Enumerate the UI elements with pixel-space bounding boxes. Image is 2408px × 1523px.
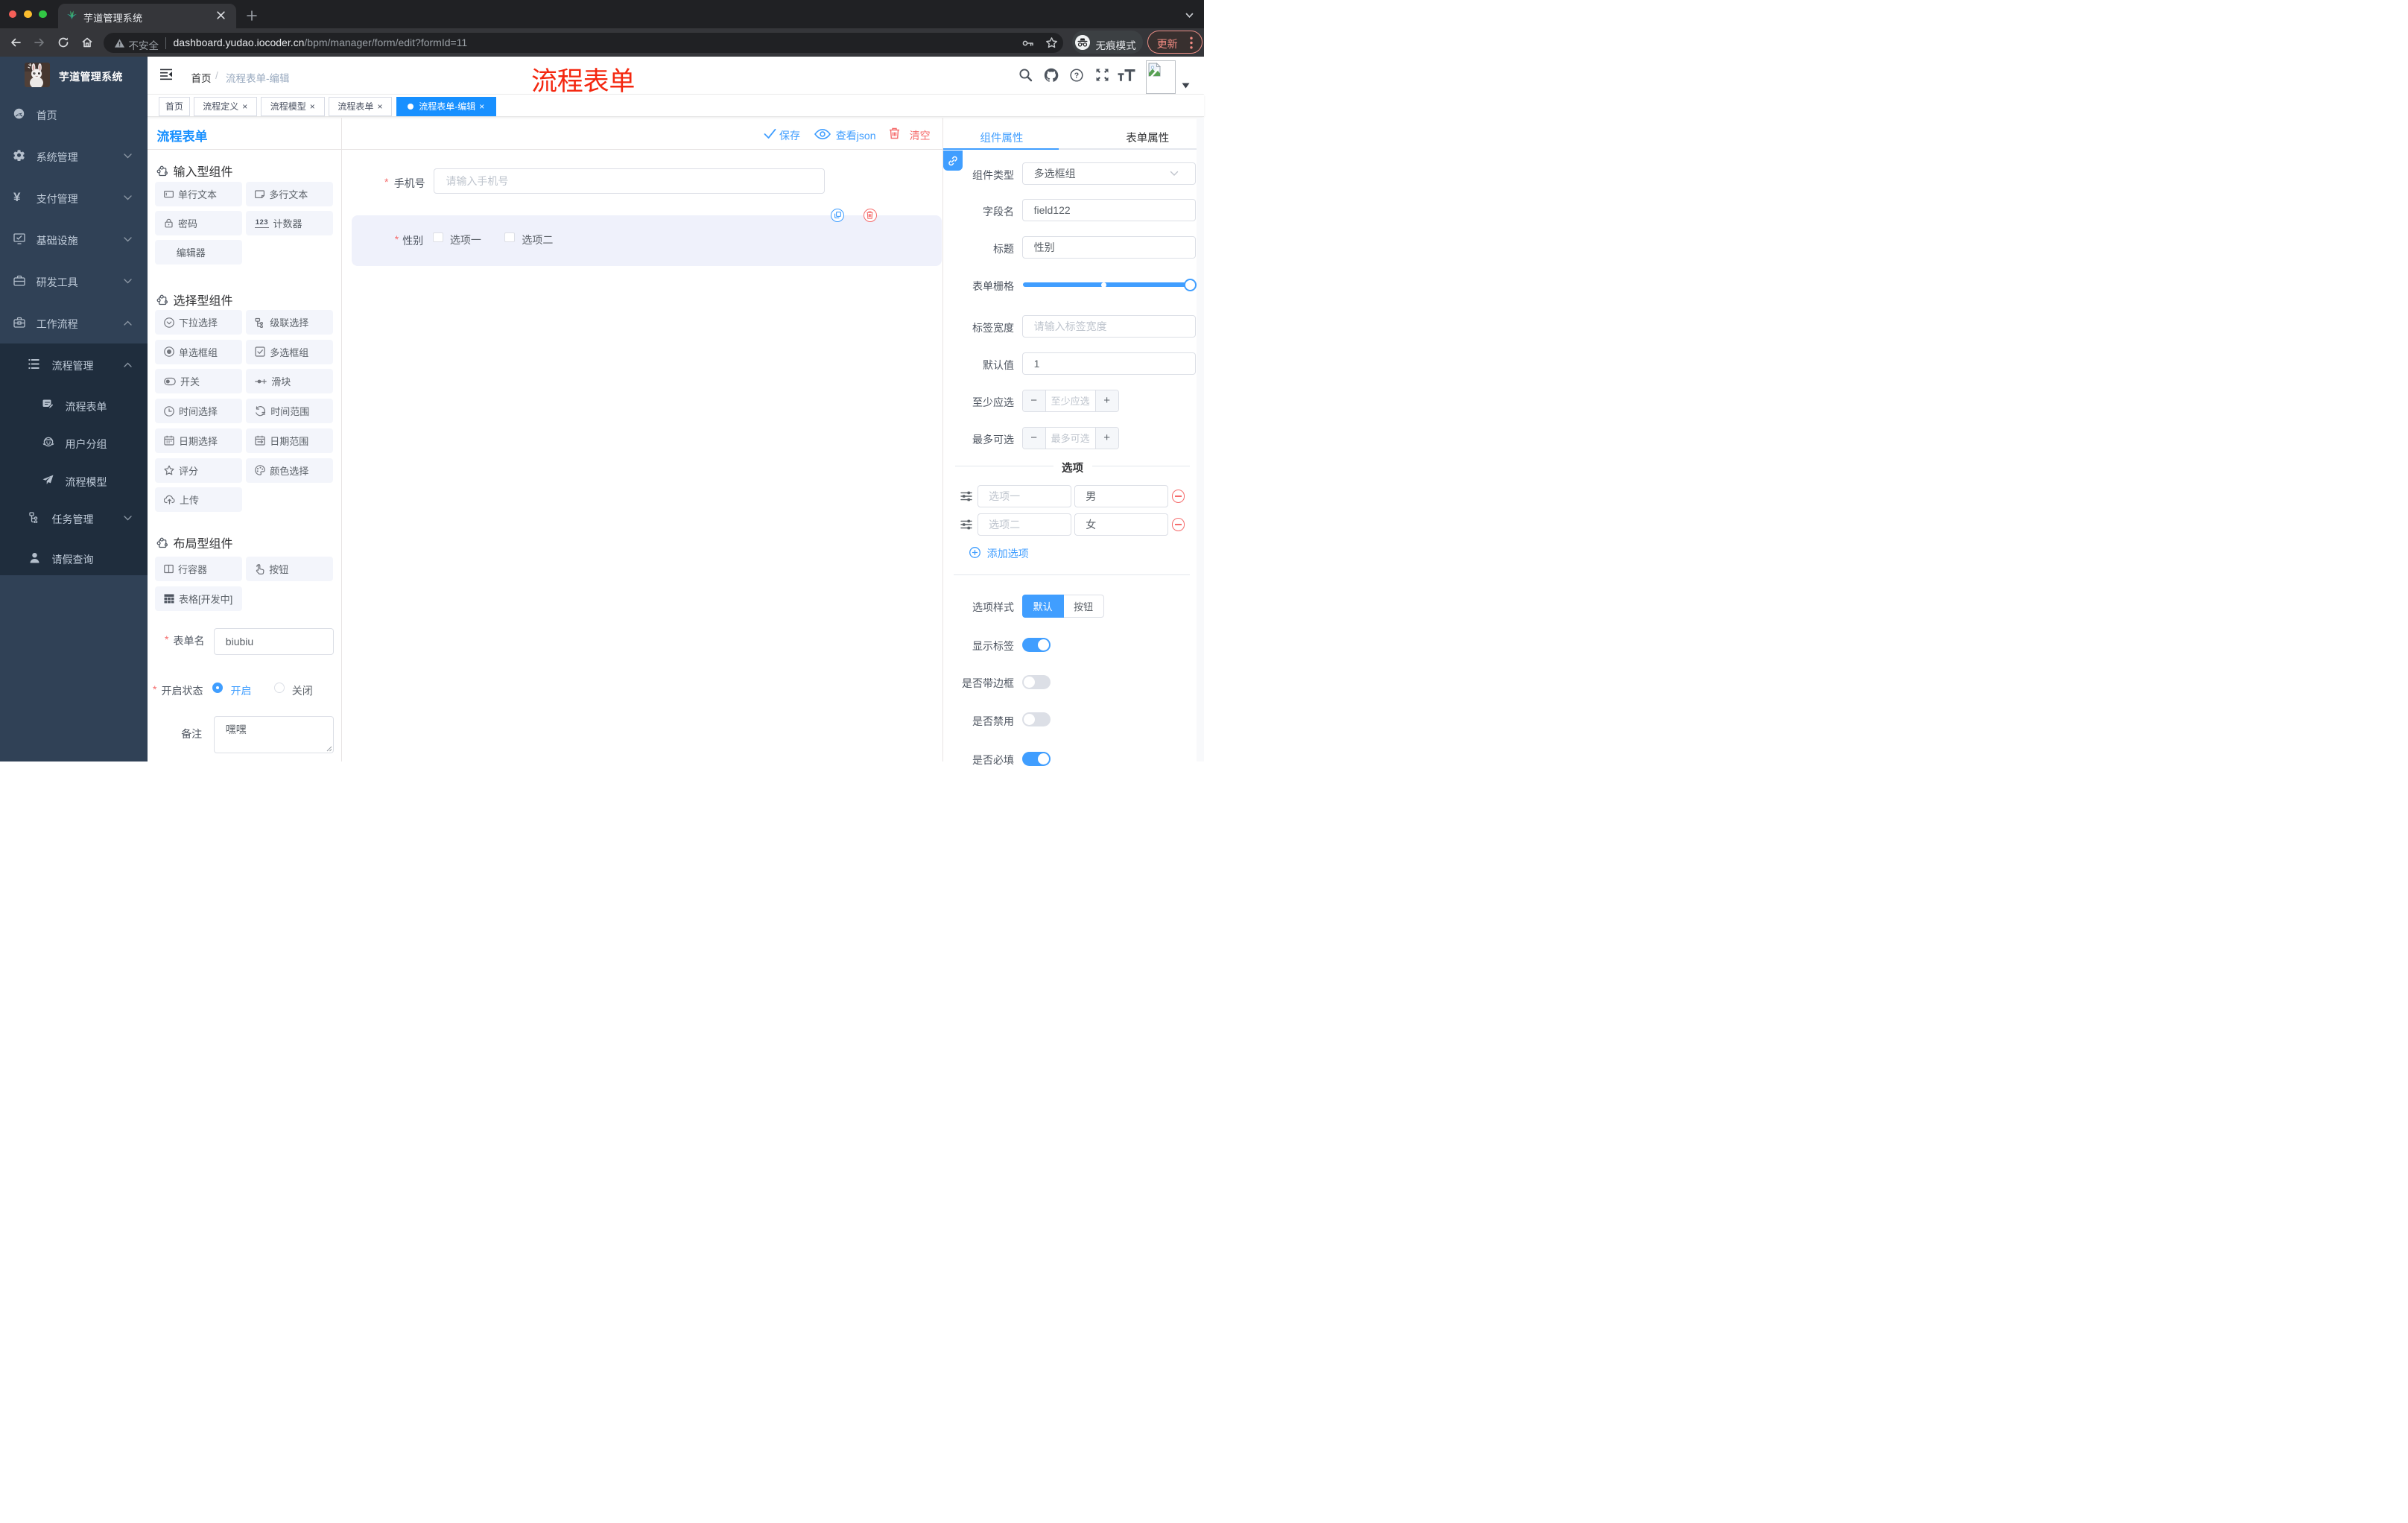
svg-text:?: ?: [1074, 72, 1079, 80]
